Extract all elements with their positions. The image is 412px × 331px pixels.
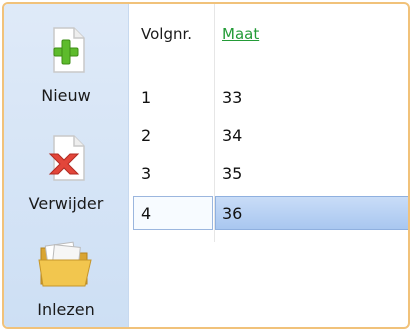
size-grid: Volgnr. Maat 1 33 2 34 3 35 4 36 — [129, 4, 408, 327]
new-label: Nieuw — [41, 86, 91, 105]
cell-maat[interactable]: 36 — [222, 204, 242, 223]
cell-volgnr[interactable]: 2 — [141, 126, 151, 145]
table-row[interactable]: 1 33 — [129, 78, 408, 116]
grid-header: Volgnr. Maat — [129, 4, 408, 58]
cell-maat[interactable]: 35 — [222, 164, 242, 183]
new-document-icon — [53, 27, 85, 73]
column-header-volgnr[interactable]: Volgnr. — [141, 25, 221, 43]
import-label: Inlezen — [37, 300, 95, 319]
window-frame: Nieuw Verwijder Inlezen Volgnr. Maat 1 3… — [2, 2, 410, 329]
cell-maat[interactable]: 33 — [222, 88, 242, 107]
cell-volgnr[interactable]: 3 — [141, 164, 151, 183]
new-button[interactable]: Nieuw — [4, 22, 128, 105]
toolbar: Nieuw Verwijder Inlezen — [4, 4, 129, 327]
table-row-selected[interactable]: 4 36 — [129, 194, 408, 232]
folder-icon — [38, 241, 92, 287]
selection-row-highlight — [215, 196, 408, 230]
cell-volgnr[interactable]: 4 — [141, 204, 151, 223]
delete-button[interactable]: Verwijder — [4, 130, 128, 213]
table-row[interactable]: 3 35 — [129, 154, 408, 192]
table-row[interactable]: 2 34 — [129, 116, 408, 154]
cell-volgnr[interactable]: 1 — [141, 88, 151, 107]
cell-maat[interactable]: 34 — [222, 126, 242, 145]
column-header-maat[interactable]: Maat — [222, 25, 408, 43]
delete-label: Verwijder — [28, 194, 104, 213]
delete-document-icon — [48, 135, 85, 181]
import-button[interactable]: Inlezen — [4, 236, 128, 319]
